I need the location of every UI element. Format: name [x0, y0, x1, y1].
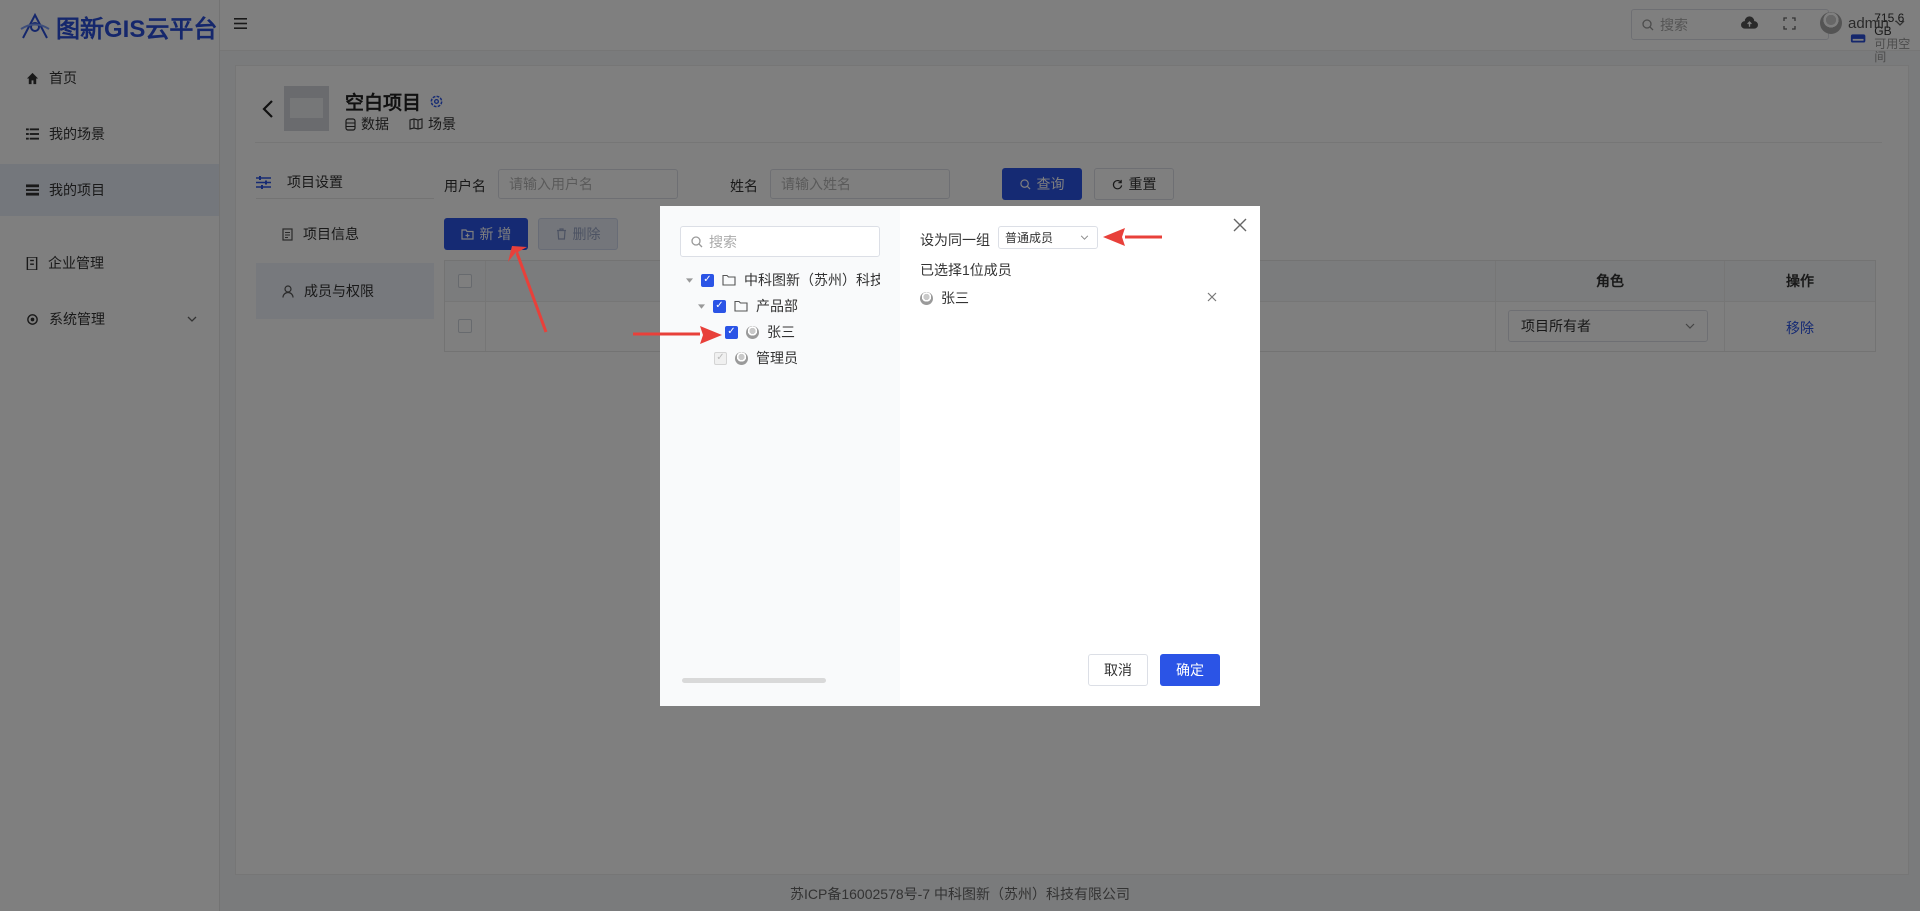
annotation-arrow: [508, 246, 548, 333]
annotation-arrow: [633, 326, 722, 344]
annotation-arrows: [508, 228, 1162, 344]
annotation-arrow: [1103, 228, 1162, 246]
